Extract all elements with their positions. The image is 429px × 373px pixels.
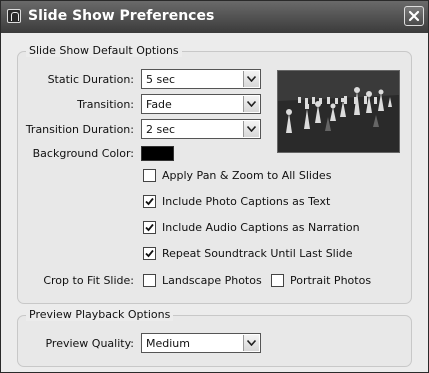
- crop-label: Crop to Fit Slide:: [43, 274, 134, 287]
- repeat-soundtrack-checkbox[interactable]: [143, 247, 156, 260]
- audio-captions-checkbox[interactable]: [143, 221, 156, 234]
- transition-dropdown[interactable]: [243, 96, 259, 112]
- app-icon: [7, 9, 21, 23]
- transition-duration-label: Transition Duration:: [25, 123, 134, 136]
- preview-quality-select[interactable]: Medium: [141, 333, 261, 353]
- portrait-photos-label[interactable]: Portrait Photos: [290, 274, 371, 287]
- background-color-label: Background Color:: [32, 147, 134, 160]
- transition-value: Fade: [146, 98, 172, 111]
- transition-duration-value: 2 sec: [146, 123, 176, 136]
- pan-zoom-label[interactable]: Apply Pan & Zoom to All Slides: [162, 169, 331, 182]
- close-button[interactable]: [404, 6, 424, 26]
- repeat-soundtrack-label[interactable]: Repeat Soundtrack Until Last Slide: [162, 247, 353, 260]
- landscape-photos-label[interactable]: Landscape Photos: [162, 274, 262, 287]
- static-duration-value: 5 sec: [146, 73, 176, 86]
- slide-preview-image: [277, 70, 400, 153]
- checkmark-icon: [145, 223, 154, 232]
- transition-duration-dropdown[interactable]: [243, 121, 259, 137]
- default-options-legend: Slide Show Default Options: [26, 44, 182, 57]
- preview-quality-value: Medium: [146, 337, 190, 350]
- title-bar[interactable]: Slide Show Preferences: [1, 1, 428, 33]
- transition-select[interactable]: Fade: [141, 94, 261, 114]
- preview-quality-label: Preview Quality:: [45, 337, 134, 350]
- chevron-down-icon: [247, 76, 256, 82]
- transition-label: Transition:: [77, 98, 134, 111]
- audio-captions-label[interactable]: Include Audio Captions as Narration: [162, 221, 360, 234]
- chevron-down-icon: [247, 340, 256, 346]
- static-duration-label: Static Duration:: [47, 73, 134, 86]
- pan-zoom-checkbox[interactable]: [143, 169, 156, 182]
- close-icon: [408, 10, 420, 22]
- portrait-photos-checkbox[interactable]: [271, 274, 284, 287]
- dialog-title: Slide Show Preferences: [28, 8, 215, 24]
- background-color-swatch[interactable]: [141, 146, 174, 161]
- preview-quality-dropdown[interactable]: [243, 335, 259, 351]
- landscape-photos-checkbox[interactable]: [143, 274, 156, 287]
- photo-captions-checkbox[interactable]: [143, 195, 156, 208]
- photo-captions-label[interactable]: Include Photo Captions as Text: [162, 195, 330, 208]
- chevron-down-icon: [247, 101, 256, 107]
- preferences-dialog: Slide Show Preferences Slide Show Defaul…: [0, 0, 429, 373]
- transition-duration-select[interactable]: 2 sec: [141, 119, 261, 139]
- preview-options-legend: Preview Playback Options: [26, 308, 174, 321]
- checkmark-icon: [145, 197, 154, 206]
- static-duration-select[interactable]: 5 sec: [141, 69, 261, 89]
- chevron-down-icon: [247, 126, 256, 132]
- checkmark-icon: [145, 249, 154, 258]
- static-duration-dropdown[interactable]: [243, 71, 259, 87]
